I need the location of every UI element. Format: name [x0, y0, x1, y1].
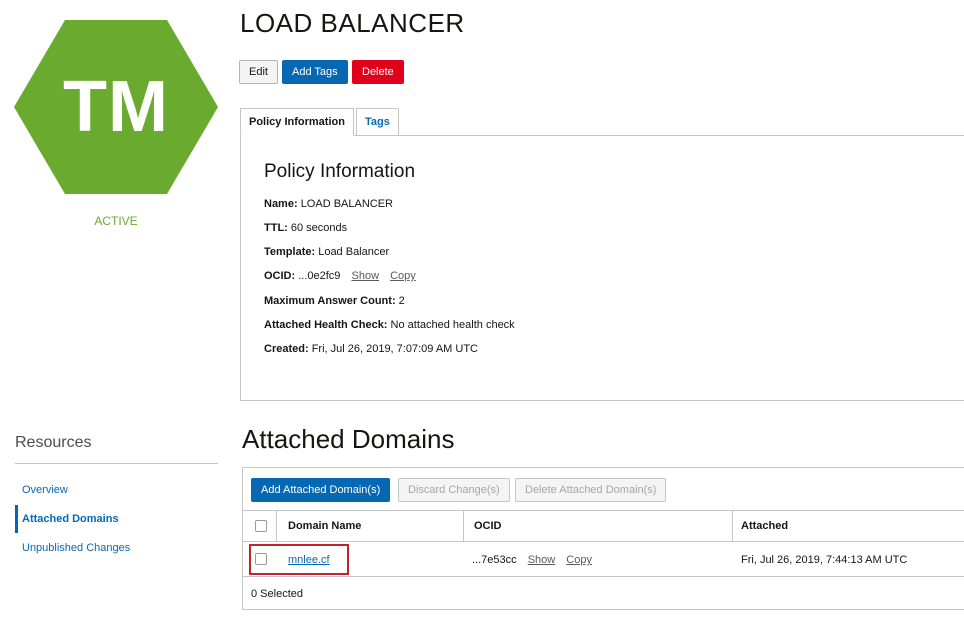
- ocid-copy-link[interactable]: Copy: [390, 270, 416, 282]
- name-value: LOAD BALANCER: [300, 198, 393, 210]
- domain-ocid-show-link[interactable]: Show: [528, 554, 556, 566]
- ocid-show-link[interactable]: Show: [352, 270, 380, 282]
- info-template: Template: Load Balancer: [264, 246, 389, 258]
- column-divider: [276, 511, 277, 542]
- info-name: Name: LOAD BALANCER: [264, 198, 393, 210]
- tab-policy-information[interactable]: Policy Information: [240, 108, 354, 136]
- max-answer-value: 2: [398, 295, 405, 307]
- add-attached-domain-button[interactable]: Add Attached Domain(s): [251, 478, 391, 502]
- domain-attached-date: Fri, Jul 26, 2019, 7:44:13 AM UTC: [741, 554, 908, 566]
- column-header-ocid[interactable]: OCID: [474, 520, 502, 532]
- ttl-value: 60 seconds: [290, 222, 348, 234]
- divider: [15, 463, 218, 464]
- select-all-checkbox[interactable]: [255, 520, 267, 532]
- info-created: Created: Fri, Jul 26, 2019, 7:07:09 AM U…: [264, 343, 478, 355]
- domain-ocid: ...7e53cc Show Copy: [472, 554, 592, 566]
- domain-ocid-value: ...7e53cc: [472, 554, 517, 566]
- add-tags-button[interactable]: Add Tags: [282, 60, 348, 84]
- column-header-domain-name[interactable]: Domain Name: [288, 520, 361, 532]
- health-check-label: Attached Health Check:: [264, 319, 388, 331]
- page-title: LOAD BALANCER: [240, 8, 465, 38]
- delete-attached-domain-button[interactable]: Delete Attached Domain(s): [515, 478, 667, 502]
- health-check-value: No attached health check: [390, 319, 515, 331]
- attached-domains-title: Attached Domains: [242, 424, 455, 454]
- selected-count: 0 Selected: [251, 588, 303, 600]
- info-health-check: Attached Health Check: No attached healt…: [264, 319, 515, 331]
- tab-tags[interactable]: Tags: [356, 108, 399, 136]
- domain-ocid-copy-link[interactable]: Copy: [566, 554, 592, 566]
- info-max-answer: Maximum Answer Count: 2: [264, 295, 405, 307]
- created-value: Fri, Jul 26, 2019, 7:07:09 AM UTC: [311, 343, 478, 355]
- ocid-label: OCID:: [264, 270, 296, 282]
- ttl-label: TTL:: [264, 222, 288, 234]
- max-answer-label: Maximum Answer Count:: [264, 295, 396, 307]
- ocid-value: ...0e2fc9: [298, 270, 341, 282]
- sidebar-item-overview[interactable]: Overview: [15, 476, 218, 504]
- info-ttl: TTL: 60 seconds: [264, 222, 347, 234]
- policy-badge: TM: [14, 20, 218, 194]
- template-label: Template:: [264, 246, 316, 258]
- info-ocid: OCID: ...0e2fc9 Show Copy: [264, 270, 416, 282]
- column-header-attached[interactable]: Attached: [741, 520, 788, 532]
- sidebar-item-attached-domains[interactable]: Attached Domains: [15, 505, 218, 533]
- name-label: Name:: [264, 198, 298, 210]
- edit-button[interactable]: Edit: [239, 60, 278, 84]
- badge-initials: TM: [63, 67, 169, 147]
- policy-heading: Policy Information: [264, 161, 416, 182]
- column-divider: [732, 511, 733, 542]
- resources-title: Resources: [15, 434, 92, 451]
- created-label: Created:: [264, 343, 309, 355]
- column-divider: [463, 511, 464, 542]
- sidebar-item-unpublished-changes[interactable]: Unpublished Changes: [15, 534, 218, 562]
- highlight-box: [249, 544, 349, 575]
- delete-button[interactable]: Delete: [352, 60, 404, 84]
- status-label: ACTIVE: [94, 214, 138, 228]
- row-divider: [243, 576, 964, 577]
- discard-changes-button[interactable]: Discard Change(s): [398, 478, 510, 502]
- template-value: Load Balancer: [318, 246, 390, 258]
